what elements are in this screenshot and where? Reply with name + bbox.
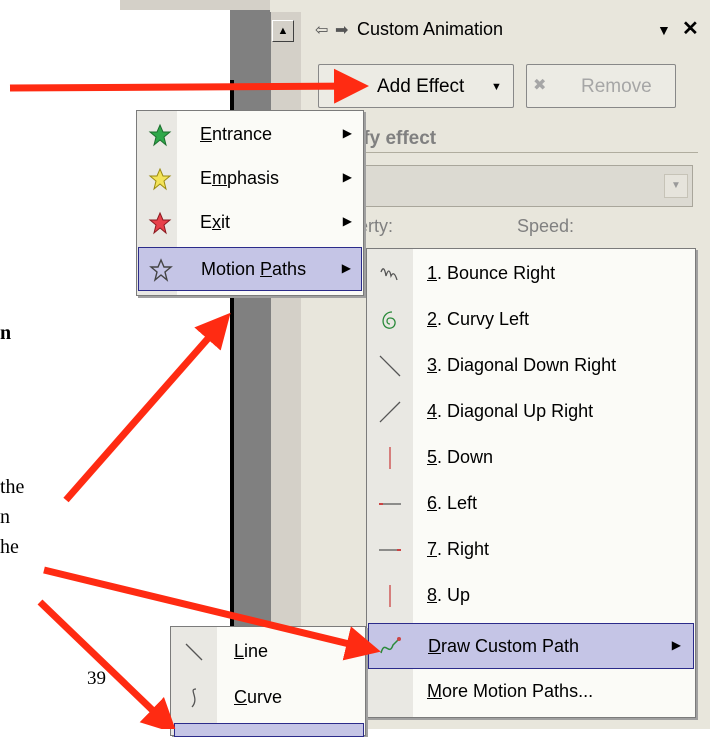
arrow-to-motion-paths <box>63 312 231 503</box>
arrow-to-freeform <box>37 599 178 729</box>
arrow-to-add-effect <box>9 68 369 104</box>
annotation-arrows <box>9 68 381 729</box>
arrow-to-draw-custom-path <box>43 566 381 661</box>
